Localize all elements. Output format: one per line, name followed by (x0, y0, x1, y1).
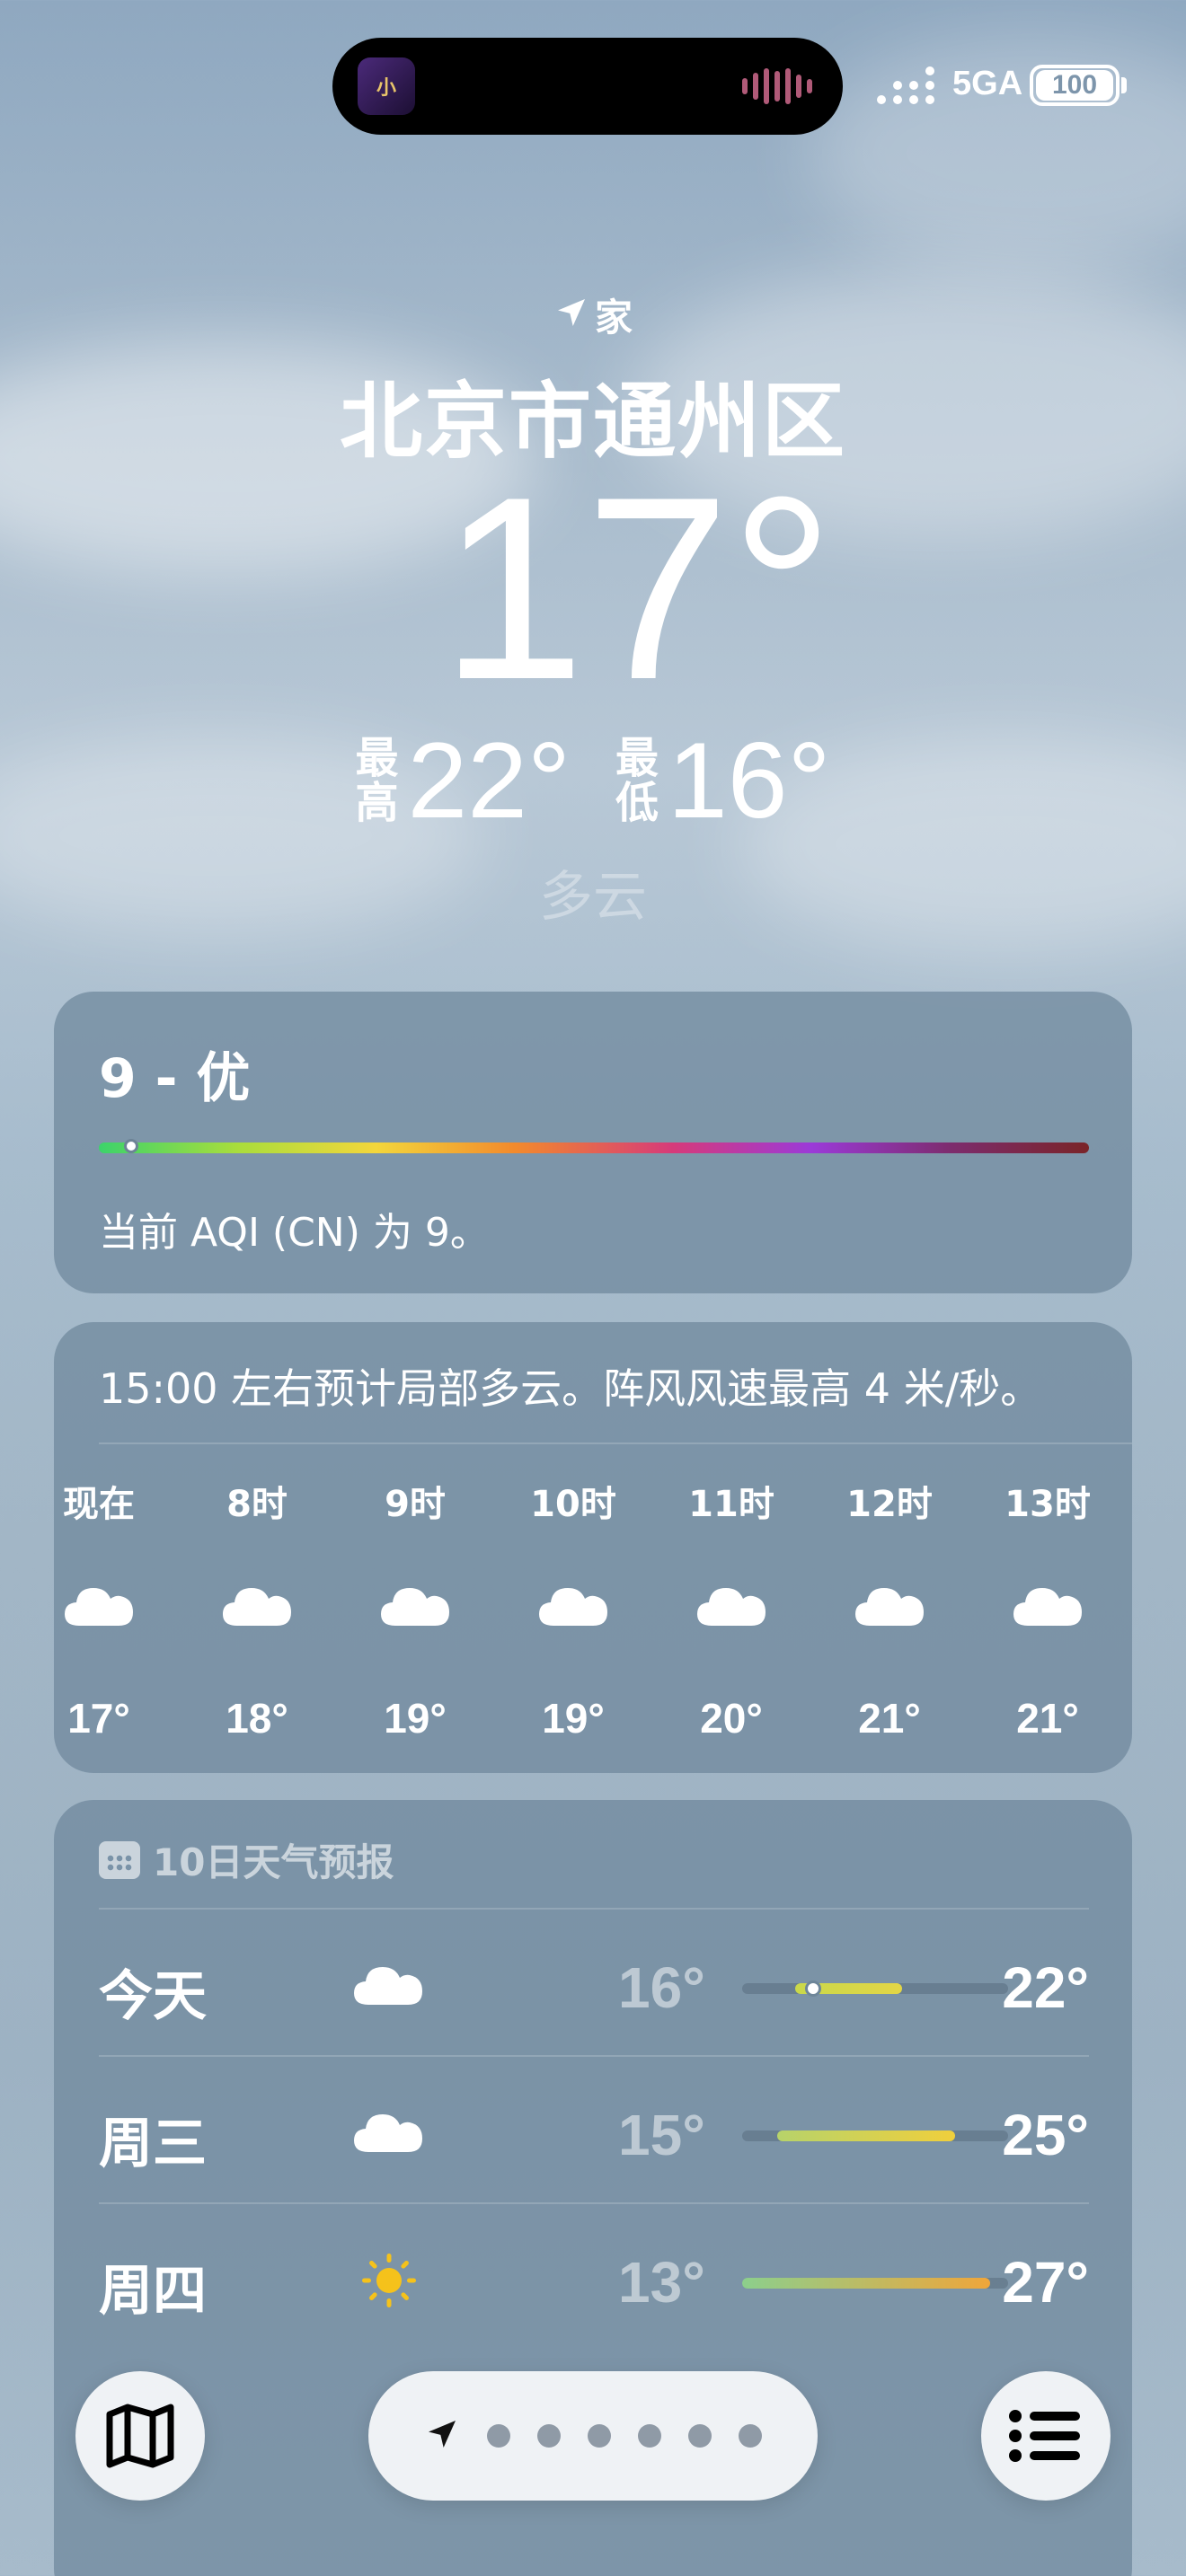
map-icon (106, 2404, 174, 2468)
live-activity-app-label: 小 (376, 77, 396, 100)
daily-row: 周四 13° 27° (99, 2202, 1089, 2350)
cloud-icon (350, 2104, 428, 2163)
weather-condition: 多云 (539, 866, 647, 929)
battery-level: 100 (1036, 70, 1113, 101)
page-dots (487, 2424, 762, 2448)
location-arrow-icon[interactable] (424, 2416, 460, 2456)
hour-label: 9时 (385, 1484, 446, 1525)
page-dot[interactable] (537, 2424, 561, 2448)
dynamic-island[interactable]: 小 (332, 38, 843, 135)
battery-tip (1121, 77, 1127, 93)
hour-item: 9时 19° (357, 1475, 474, 1742)
battery-icon: 100 (1030, 65, 1120, 106)
hour-item: 8时 18° (199, 1475, 315, 1742)
cloud-icon (350, 1956, 428, 2016)
current-temperature: 17° (440, 443, 835, 734)
hour-label: 12时 (846, 1484, 933, 1525)
location-tag: 家 (0, 287, 1186, 342)
calendar-icon (99, 1840, 140, 1879)
location-label: 家 (594, 296, 633, 340)
low-temperature: 15° (618, 2103, 705, 2167)
hour-item: 11时 20° (673, 1475, 790, 1742)
ten-day-title: 10日天气预报 (153, 1840, 394, 1884)
page-indicator[interactable] (368, 2371, 818, 2501)
temperature-range-bar (742, 2278, 1008, 2289)
city-list-button[interactable] (981, 2371, 1111, 2501)
hour-label: 8时 (226, 1484, 288, 1525)
high-temperature: 25° (1002, 2103, 1089, 2167)
hour-temperature: 19° (542, 1695, 605, 1742)
page-dot[interactable] (739, 2424, 762, 2448)
low-label: 最低 (615, 732, 659, 828)
day-label: 周三 (99, 2113, 207, 2175)
cloud-icon (694, 1577, 769, 1631)
location-arrow-icon (553, 295, 589, 340)
cloud-icon (1010, 1577, 1085, 1631)
hour-label: 10时 (530, 1484, 616, 1525)
cloud-icon (852, 1577, 927, 1631)
page-dot[interactable] (588, 2424, 611, 2448)
hour-label: 13时 (1005, 1484, 1091, 1525)
sun-icon (350, 2251, 428, 2310)
day-label: 周四 (99, 2260, 207, 2323)
cloud-icon (219, 1577, 295, 1631)
cellular-signal-icon (877, 66, 934, 104)
daily-row: 周三 15° 25° (99, 2055, 1089, 2202)
list-icon (1009, 2410, 1080, 2462)
hour-temperature: 17° (67, 1695, 130, 1742)
hour-label: 现在 (63, 1484, 135, 1525)
hour-temperature: 20° (700, 1695, 763, 1742)
cloud-icon (535, 1577, 611, 1631)
aqi-title: 9 - 优 (99, 1047, 251, 1110)
ten-day-header: 10日天气预报 (99, 1832, 394, 1887)
hourly-forecast-card[interactable]: 15:00 左右预计局部多云。阵风风速最高 4 米/秒。 现在 17° 8时 18° 9… (54, 1322, 1132, 1773)
divider (99, 1442, 1132, 1444)
aqi-description: 当前 AQI (CN) 为 9。 (99, 1210, 490, 1256)
page-dot[interactable] (688, 2424, 712, 2448)
daily-row: 今天 16° 22° (99, 1908, 1089, 2055)
low-temperature: 16° (668, 720, 831, 841)
hour-temperature: 18° (226, 1695, 288, 1742)
aqi-indicator (123, 1139, 138, 1153)
hour-item: 13时 21° (989, 1475, 1106, 1742)
temperature-range-fill (777, 2130, 955, 2141)
high-label: 最高 (355, 732, 399, 828)
network-type-label: 5GA (952, 65, 1023, 102)
page-dot[interactable] (638, 2424, 661, 2448)
day-label: 今天 (99, 1965, 207, 2028)
hour-item: 12时 21° (831, 1475, 948, 1742)
hour-item: 现在 17° (54, 1475, 157, 1742)
high-temperature: 22° (407, 720, 571, 841)
hour-label: 11时 (688, 1484, 774, 1525)
high-temperature: 22° (1002, 1955, 1089, 2020)
hour-temperature: 21° (858, 1695, 921, 1742)
map-button[interactable] (75, 2371, 205, 2501)
temperature-range-fill (742, 2278, 991, 2289)
game-app-icon[interactable]: 小 (358, 57, 415, 115)
high-temperature: 27° (1002, 2250, 1089, 2315)
hour-temperature: 21° (1016, 1695, 1079, 1742)
high-low-temperatures: 最高 22° 最低 16° (0, 719, 1186, 842)
air-quality-card[interactable]: 9 - 优 当前 AQI (CN) 为 9。 (54, 992, 1132, 1293)
low-temperature: 13° (618, 2250, 705, 2315)
hour-temperature: 19° (384, 1695, 447, 1742)
low-temperature: 16° (618, 1955, 705, 2020)
page-dot[interactable] (487, 2424, 510, 2448)
hour-item: 10时 19° (515, 1475, 632, 1742)
hourly-summary: 15:00 左右预计局部多云。阵风风速最高 4 米/秒。 (99, 1364, 1042, 1413)
audio-waveform-icon (742, 68, 812, 104)
cloud-icon (61, 1577, 137, 1631)
temperature-range-bar (742, 1981, 1008, 1997)
aqi-scale-bar (99, 1142, 1089, 1153)
temperature-range-bar (742, 2130, 1008, 2141)
cloud-icon (377, 1577, 453, 1631)
current-temperature-marker (804, 1981, 821, 1997)
